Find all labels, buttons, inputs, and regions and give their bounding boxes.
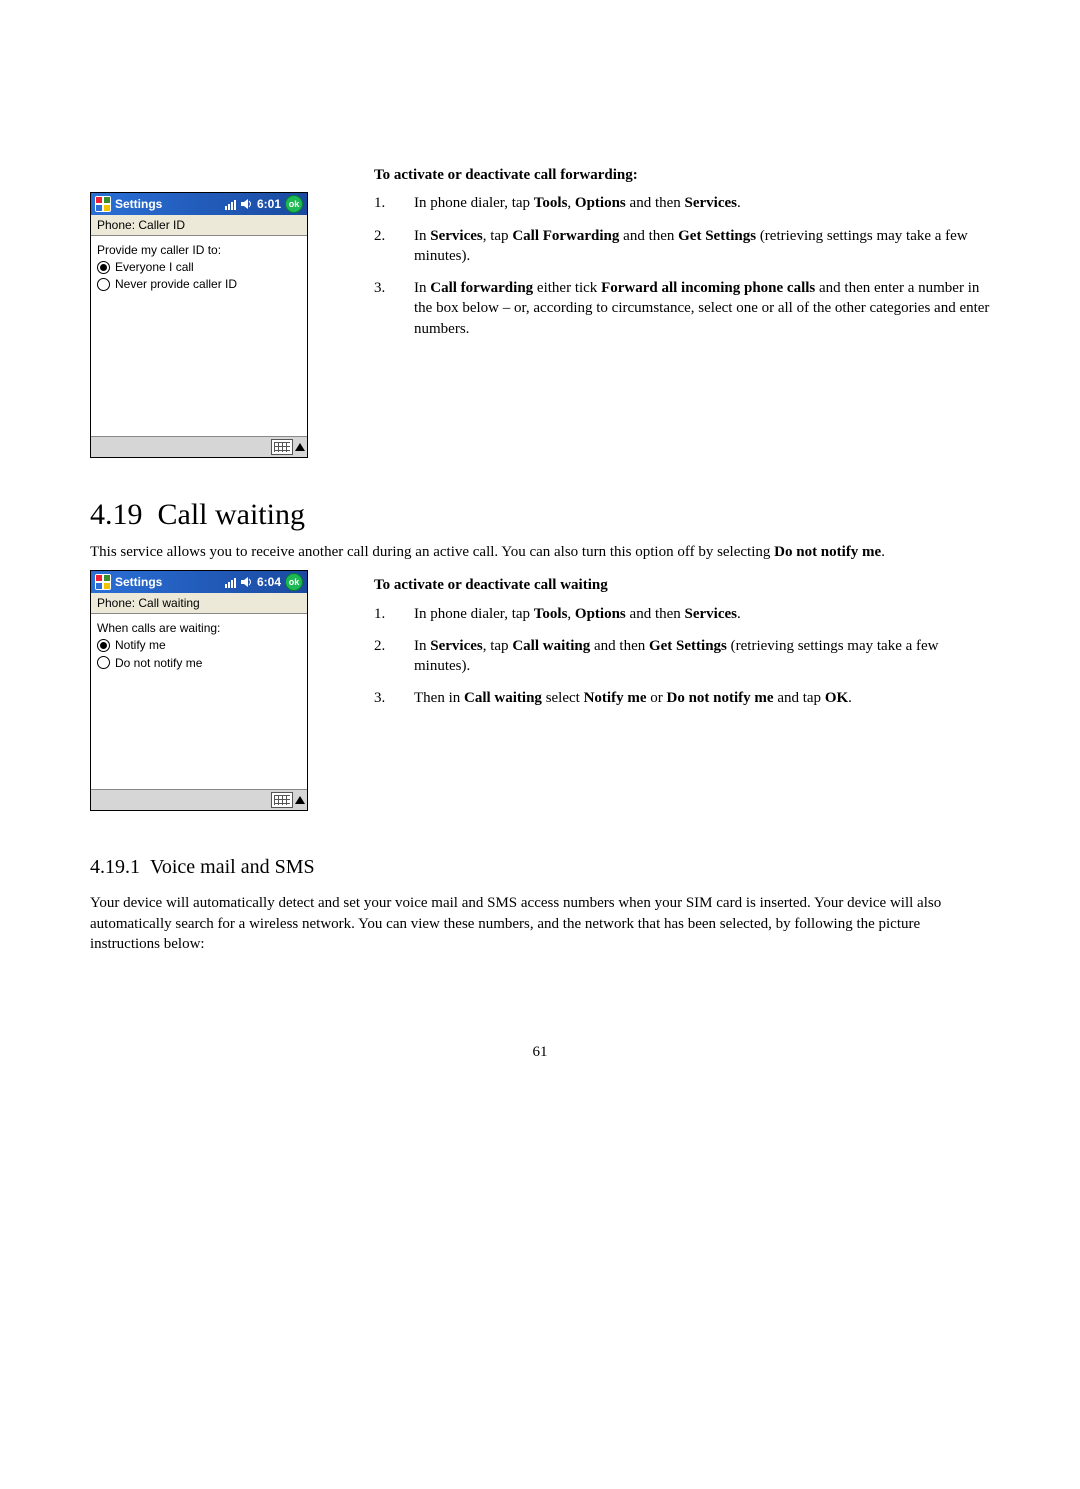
statusbar-icons: 6:01 ok (225, 195, 303, 213)
step-text: In Services, tap Call Forwarding and the… (414, 226, 990, 267)
step-text: In Call forwarding either tick Forward a… (414, 278, 990, 339)
radio-do-not-notify-label: Do not notify me (115, 655, 202, 671)
device-1-body: Provide my caller ID to: Everyone I call… (91, 236, 307, 436)
device-1-footer (91, 436, 307, 457)
arrow-up-icon (295, 796, 305, 804)
device-2-title: Settings (115, 575, 162, 589)
signal-icon (225, 576, 237, 588)
call-forwarding-block: Settings 6:01 ok Phone: Caller ID (90, 160, 990, 458)
device-1-titlebar: Settings 6:01 ok (91, 193, 307, 215)
subsection-title: Voice mail and SMS (150, 856, 315, 878)
step-text: In Services, tap Call waiting and then G… (414, 636, 990, 677)
ok-button-icon: ok (285, 573, 303, 591)
statusbar-icons: 6:04 ok (225, 573, 303, 591)
device-screenshot-2: Settings 6:04 ok Phone: Call waiting (90, 570, 340, 811)
radio-dot-unselected-icon (97, 278, 110, 291)
device-2-body: When calls are waiting: Notify me Do not… (91, 614, 307, 789)
ok-button-icon: ok (285, 195, 303, 213)
arrow-up-icon (295, 443, 305, 451)
radio-never-label: Never provide caller ID (115, 276, 237, 292)
device-2-subtitle: Phone: Call waiting (91, 593, 307, 614)
radio-dot-unselected-icon (97, 656, 110, 669)
step-text: In phone dialer, tap Tools, Options and … (414, 193, 990, 213)
voice-mail-paragraph: Your device will automatically detect an… (90, 893, 990, 954)
device-2-footer (91, 789, 307, 810)
step: 2. In Services, tap Call Forwarding and … (374, 226, 990, 267)
device-1-subtitle: Phone: Caller ID (91, 215, 307, 236)
call-forwarding-text: To activate or deactivate call forwardin… (340, 160, 990, 351)
call-forwarding-steps: 1. In phone dialer, tap Tools, Options a… (374, 193, 990, 339)
windows-flag-icon (95, 196, 111, 212)
device-2-titlebar: Settings 6:04 ok (91, 571, 307, 593)
signal-icon (225, 198, 237, 210)
page: Settings 6:01 ok Phone: Caller ID (0, 0, 1080, 1121)
section-call-waiting-heading: 4.19 Call waiting (90, 498, 990, 532)
radio-never: Never provide caller ID (97, 276, 301, 292)
radio-everyone-label: Everyone I call (115, 259, 194, 275)
step: 1. In phone dialer, tap Tools, Options a… (374, 604, 990, 624)
radio-everyone: Everyone I call (97, 259, 301, 275)
device-1: Settings 6:01 ok Phone: Caller ID (90, 192, 308, 458)
step-text: Then in Call waiting select Notify me or… (414, 688, 990, 708)
radio-notify: Notify me (97, 637, 301, 653)
section-title: Call waiting (158, 498, 305, 531)
device-1-title: Settings (115, 197, 162, 211)
step-num: 2. (374, 226, 414, 267)
radio-dot-selected-icon (97, 639, 110, 652)
step-num: 2. (374, 636, 414, 677)
step-num: 1. (374, 604, 414, 624)
step-num: 1. (374, 193, 414, 213)
call-waiting-steps: 1. In phone dialer, tap Tools, Options a… (374, 604, 990, 709)
step: 2. In Services, tap Call waiting and the… (374, 636, 990, 677)
step: 3. Then in Call waiting select Notify me… (374, 688, 990, 708)
call-waiting-intro: This service allows you to receive anoth… (90, 542, 990, 562)
radio-dot-selected-icon (97, 261, 110, 274)
radio-notify-label: Notify me (115, 637, 166, 653)
step: 1. In phone dialer, tap Tools, Options a… (374, 193, 990, 213)
step: 3. In Call forwarding either tick Forwar… (374, 278, 990, 339)
device-2-label: When calls are waiting: (97, 620, 301, 636)
call-forwarding-heading: To activate or deactivate call forwardin… (374, 165, 990, 185)
call-waiting-block: Settings 6:04 ok Phone: Call waiting (90, 570, 990, 811)
device-2: Settings 6:04 ok Phone: Call waiting (90, 570, 308, 811)
call-waiting-heading: To activate or deactivate call waiting (374, 575, 990, 595)
section-number: 4.19 (90, 498, 143, 531)
speaker-icon (241, 198, 253, 210)
call-waiting-text: To activate or deactivate call waiting 1… (340, 570, 990, 720)
windows-flag-icon (95, 574, 111, 590)
subsection-number: 4.19.1 (90, 856, 140, 878)
step-num: 3. (374, 278, 414, 339)
step-text: In phone dialer, tap Tools, Options and … (414, 604, 990, 624)
radio-do-not-notify: Do not notify me (97, 655, 301, 671)
subsection-voice-mail-heading: 4.19.1 Voice mail and SMS (90, 856, 990, 879)
keyboard-icon (271, 439, 293, 455)
device-2-time: 6:04 (257, 575, 281, 589)
device-1-time: 6:01 (257, 197, 281, 211)
device-1-label: Provide my caller ID to: (97, 242, 301, 258)
device-screenshot-1: Settings 6:01 ok Phone: Caller ID (90, 160, 340, 458)
page-number: 61 (90, 1044, 990, 1061)
speaker-icon (241, 576, 253, 588)
keyboard-icon (271, 792, 293, 808)
step-num: 3. (374, 688, 414, 708)
